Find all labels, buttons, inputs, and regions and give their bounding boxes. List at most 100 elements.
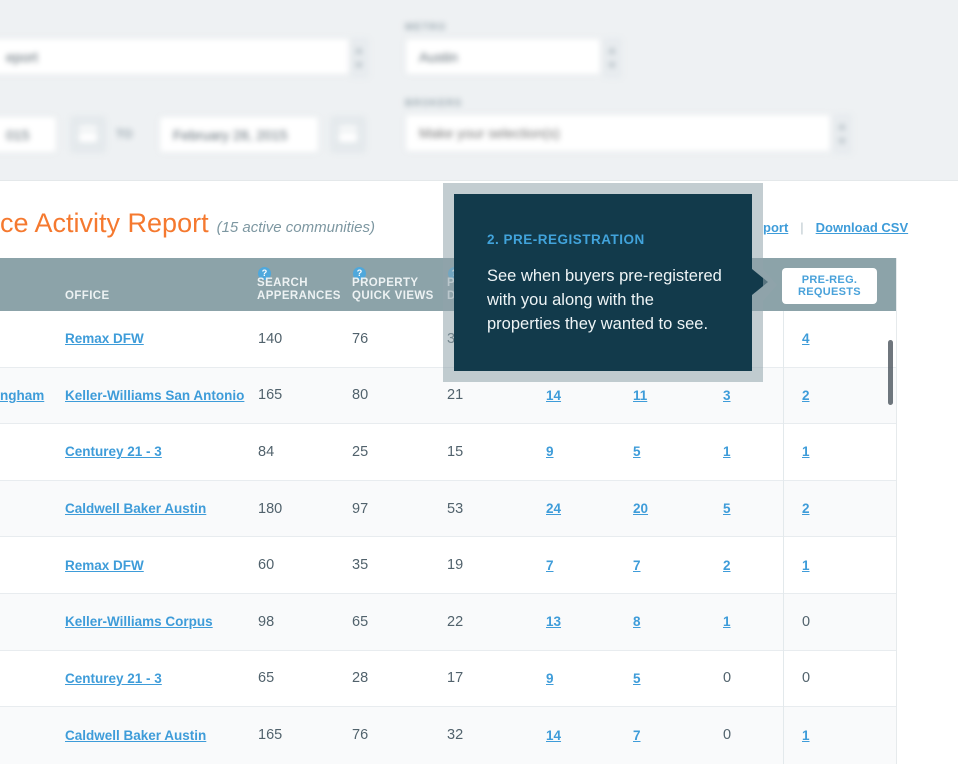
c5-link[interactable]: 11 [633,388,647,403]
c4-link[interactable]: 7 [546,558,554,573]
cell-office: Caldwell Baker Austin [65,481,250,537]
prereg-link[interactable]: 1 [802,728,810,743]
cell-quick: 65 [352,594,440,650]
c4-link[interactable]: 14 [546,388,561,403]
pre-registration-tooltip: 2. PRE-REGISTRATION See when buyers pre-… [443,183,763,382]
office-link[interactable]: Keller-Williams Corpus [65,614,213,629]
cell-search: 165 [258,707,346,764]
cell-c5: 20 [633,481,713,537]
prereg-link[interactable]: 2 [802,501,810,516]
cell-prereg: 1 [802,707,892,764]
cell-name [0,594,60,650]
cell-search: 98 [258,594,346,650]
cell-prereg: 0 [802,594,892,650]
c5-link[interactable]: 7 [633,728,641,743]
c4-link[interactable]: 13 [546,614,561,629]
office-link[interactable]: Caldwell Baker Austin [65,728,206,743]
date-to-input[interactable] [159,116,319,153]
office-link[interactable]: Remax DFW [65,558,144,573]
cell-c5: 5 [633,651,713,707]
cell-name [0,707,60,764]
cell-office: Remax DFW [65,537,250,593]
table-row: Caldwell Baker Austin 1809753 24 20 5 2 [0,481,896,538]
c5-link[interactable]: 5 [633,671,641,686]
c6-link[interactable]: 1 [723,614,731,629]
print-report-link[interactable]: port [763,220,788,235]
cell-prereg: 1 [802,537,892,593]
column-header-prereg-requests-highlight: PRE-REG. REQUESTS [782,268,877,304]
c5-link[interactable]: 20 [633,501,648,516]
brokers-label: BROKERS [405,98,462,109]
office-link[interactable]: Centurey 21 - 3 [65,671,162,686]
c5-link[interactable]: 5 [633,444,641,459]
prereg-link[interactable]: 4 [802,331,810,346]
cell-name [0,424,60,480]
name-link[interactable]: ngham [0,388,44,403]
cell-name [0,481,60,537]
cell-detail: 32 [447,707,539,764]
cell-detail: 22 [447,594,539,650]
cell-prereg: 1 [802,424,892,480]
brokers-stepper-icon[interactable] [833,114,852,154]
tooltip-panel: 2. PRE-REGISTRATION See when buyers pre-… [454,194,752,371]
c6-link[interactable]: 3 [723,388,731,403]
prereg-link[interactable]: 2 [802,388,810,403]
cell-c5: 8 [633,594,713,650]
cell-quick: 28 [352,651,440,707]
office-link[interactable]: Keller-Williams San Antonio [65,388,244,403]
table-row: Keller-Williams Corpus 986522 13 8 1 0 [0,594,896,651]
report-type-input[interactable] [0,38,350,75]
prereg-link[interactable]: 1 [802,558,810,573]
cell-c4: 7 [546,537,626,593]
c6-link[interactable]: 2 [723,558,731,573]
column-header-property-quick-views: PROPERTY QUICK VIEWS [352,277,434,303]
cell-c6: 1 [723,424,778,480]
office-link[interactable]: Centurey 21 - 3 [65,444,162,459]
date-range-to-label: TO [116,127,132,141]
c6-link[interactable]: 5 [723,501,731,516]
c4-link[interactable]: 14 [546,728,561,743]
cell-search: 180 [258,481,346,537]
cell-quick: 76 [352,707,440,764]
cell-search: 65 [258,651,346,707]
cell-quick: 97 [352,481,440,537]
cell-c4: 13 [546,594,626,650]
cell-c6: 5 [723,481,778,537]
c4-link[interactable]: 24 [546,501,561,516]
cell-name: ngham [0,368,60,424]
tooltip-body-text: See when buyers pre-registered with you … [487,264,727,336]
cell-c6: 0 [723,651,778,707]
calendar-icon[interactable] [330,116,366,153]
prereg-link[interactable]: 1 [802,444,810,459]
cell-search: 84 [258,424,346,480]
brokers-input[interactable] [405,114,831,152]
c4-link[interactable]: 9 [546,671,554,686]
calendar-icon[interactable] [70,116,106,153]
cell-detail: 53 [447,481,539,537]
metro-stepper-icon[interactable] [603,38,622,78]
cell-c4: 14 [546,707,626,764]
column-header-office: OFFICE [65,290,110,303]
table-row: Remax DFW6035197721 [0,537,896,594]
c5-link[interactable]: 7 [633,558,641,573]
c5-link[interactable]: 8 [633,614,641,629]
office-link[interactable]: Caldwell Baker Austin [65,501,206,516]
metro-input[interactable] [405,38,601,75]
cell-c4: 9 [546,651,626,707]
cell-quick: 35 [352,537,440,593]
vertical-scrollbar[interactable] [888,340,893,405]
download-csv-link[interactable]: Download CSV [816,220,908,235]
cell-c5: 7 [633,707,713,764]
office-link[interactable]: Remax DFW [65,331,144,346]
cell-name [0,651,60,707]
c6-link[interactable]: 1 [723,444,731,459]
date-from-input[interactable] [0,116,57,153]
c4-link[interactable]: 9 [546,444,554,459]
cell-detail: 15 [447,424,539,480]
cell-search: 140 [258,311,346,367]
cell-c5: 7 [633,537,713,593]
report-type-stepper-icon[interactable] [350,38,369,78]
table-row: Centurey 21 - 38425159511 [0,424,896,481]
cell-office: Caldwell Baker Austin [65,707,250,764]
cell-office: Keller-Williams Corpus [65,594,250,650]
